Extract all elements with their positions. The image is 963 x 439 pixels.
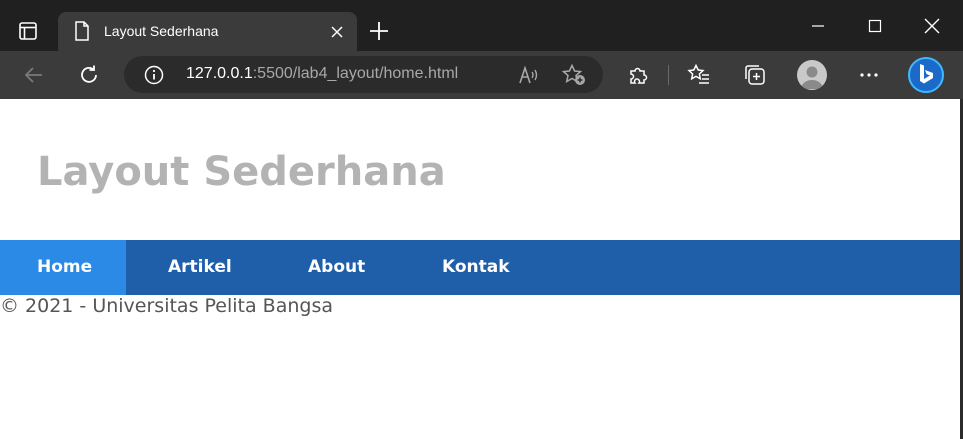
page-viewport: Layout Sederhana Home Artikel About Kont… (0, 99, 960, 439)
nav-item-kontak[interactable]: Kontak (442, 240, 510, 295)
plus-icon[interactable] (368, 20, 390, 42)
nav-item-artikel[interactable]: Artikel (168, 240, 232, 295)
page-title: Layout Sederhana (37, 149, 446, 195)
back-arrow-icon[interactable] (22, 63, 46, 87)
collections-icon[interactable] (743, 63, 767, 87)
close-window-icon[interactable] (920, 14, 944, 38)
avatar[interactable] (797, 60, 827, 90)
tab-actions-icon[interactable] (8, 15, 48, 47)
nav-item-home[interactable]: Home (0, 240, 126, 295)
footer-text: © 2021 - Universitas Pelita Bangsa (0, 295, 333, 317)
maximize-icon[interactable] (863, 14, 887, 38)
main-nav: Home Artikel About Kontak (0, 240, 960, 295)
minimize-icon[interactable] (806, 14, 830, 38)
close-icon[interactable] (330, 25, 344, 39)
address-url[interactable]: 127.0.0.1:5500/lab4_layout/home.html (186, 65, 458, 83)
browser-toolbar: 127.0.0.1:5500/lab4_layout/home.html (0, 51, 963, 99)
puzzle-icon[interactable] (626, 63, 650, 87)
url-host: 127.0.0.1 (186, 65, 253, 82)
toolbar-separator (668, 65, 669, 85)
page-icon (74, 21, 90, 41)
more-icon[interactable] (857, 63, 881, 87)
star-plus-icon[interactable] (561, 63, 586, 86)
favorites-icon[interactable] (687, 63, 711, 87)
browser-tab[interactable]: Layout Sederhana (58, 12, 357, 51)
site-header: Layout Sederhana (0, 99, 960, 240)
read-aloud-icon[interactable] (518, 65, 540, 85)
info-icon[interactable] (144, 65, 164, 85)
nav-item-about[interactable]: About (308, 240, 365, 295)
url-path: :5500/lab4_layout/home.html (252, 65, 459, 82)
address-bar[interactable]: 127.0.0.1:5500/lab4_layout/home.html (124, 56, 603, 93)
tab-strip: Layout Sederhana (0, 0, 963, 51)
bing-icon[interactable] (906, 55, 946, 95)
refresh-icon[interactable] (77, 63, 101, 87)
tab-title: Layout Sederhana (104, 23, 219, 39)
